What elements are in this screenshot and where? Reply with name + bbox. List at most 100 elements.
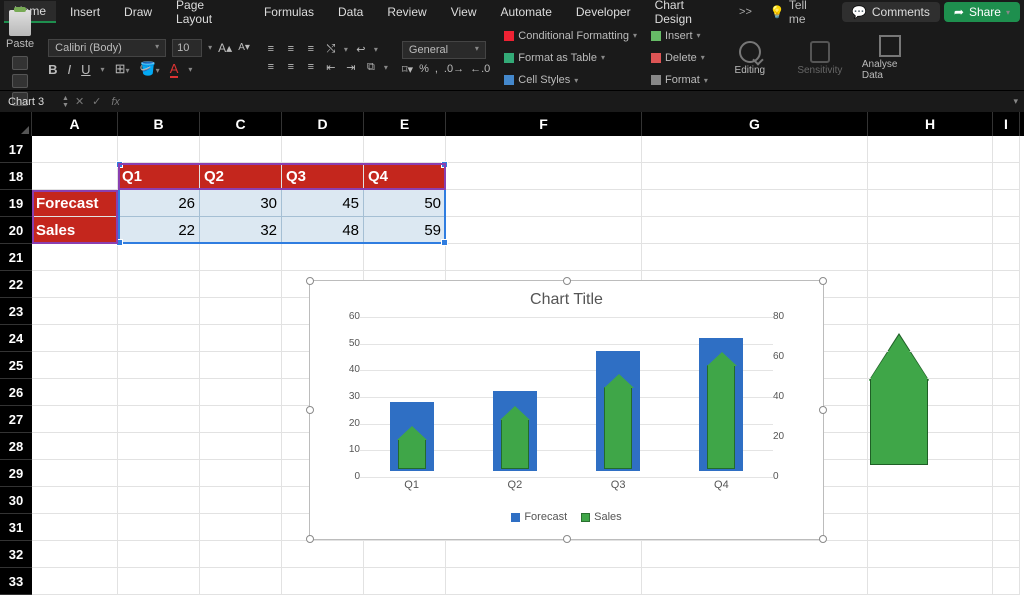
insert-cells-button[interactable]: Insert ▾ [651,26,708,45]
row-header[interactable]: 27 [0,406,32,433]
tab-data[interactable]: Data [328,2,373,22]
comments-button[interactable]: 💬 Comments [842,2,940,22]
currency-button[interactable]: ⌑▾ [402,63,413,76]
row-header[interactable]: 29 [0,460,32,487]
orientation-icon[interactable]: ⤭ [324,42,338,56]
analyse-data-button[interactable]: Analyse Data [862,26,918,90]
align-right-icon[interactable]: ≡ [304,60,318,74]
increase-decimal-icon[interactable]: .0→ [444,63,464,75]
format-as-table-button[interactable]: Format as Table ▾ [504,48,637,67]
row-header[interactable]: 21 [0,244,32,271]
percent-button[interactable]: % [419,63,429,75]
arrow-shape[interactable] [870,335,928,465]
conditional-formatting-button[interactable]: Conditional Formatting ▾ [504,26,637,45]
cell[interactable] [993,163,1020,190]
cell[interactable] [32,136,118,163]
cell[interactable]: 50 [364,190,446,217]
col-header[interactable]: G [642,112,868,136]
cell[interactable]: Q2 [200,163,282,190]
chevron-down-icon[interactable]: ▾ [101,65,105,74]
chevron-down-icon[interactable]: ▾ [208,43,212,52]
cell[interactable] [993,433,1020,460]
align-center-icon[interactable]: ≡ [284,60,298,74]
row-header[interactable]: 17 [0,136,32,163]
cell[interactable] [993,244,1020,271]
increase-font-icon[interactable]: A▴ [218,41,232,55]
cell[interactable] [32,568,118,595]
merge-cells-icon[interactable]: ⧉ [364,60,378,74]
cell[interactable] [118,271,200,298]
tab-chart-design[interactable]: Chart Design [645,0,731,29]
cell[interactable] [993,460,1020,487]
cell[interactable] [118,541,200,568]
cell[interactable] [868,298,993,325]
bold-button[interactable]: B [48,62,57,77]
name-box-stepper[interactable]: ▲▼ [60,95,71,109]
cell[interactable] [32,460,118,487]
cell[interactable] [118,406,200,433]
tab-view[interactable]: View [441,2,487,22]
cell[interactable] [868,487,993,514]
row-header[interactable]: 28 [0,433,32,460]
copy-button[interactable] [12,74,28,88]
col-header[interactable]: E [364,112,446,136]
cell[interactable] [200,325,282,352]
cell[interactable]: Q4 [364,163,446,190]
row-header[interactable]: 32 [0,541,32,568]
col-header[interactable]: A [32,112,118,136]
cell[interactable] [868,244,993,271]
row-header[interactable]: 18 [0,163,32,190]
embedded-chart[interactable]: Chart Title 0102030405060 020406080 Q1Q2… [309,280,824,540]
tell-me-search[interactable]: 💡 Tell me [760,0,834,26]
cell[interactable] [868,136,993,163]
cell[interactable] [993,190,1020,217]
cell[interactable] [118,298,200,325]
cell[interactable] [118,244,200,271]
cell[interactable] [282,541,364,568]
tab-review[interactable]: Review [377,2,436,22]
cell[interactable] [993,406,1020,433]
cell[interactable] [32,514,118,541]
editing-group-button[interactable]: Editing [722,26,778,90]
decrease-indent-icon[interactable]: ⇤ [324,60,338,74]
cell[interactable]: Q1 [118,163,200,190]
cell[interactable] [118,460,200,487]
chart-legend[interactable]: Forecast Sales [316,511,817,523]
cell[interactable] [200,352,282,379]
cell[interactable] [118,325,200,352]
cell[interactable] [364,541,446,568]
increase-indent-icon[interactable]: ⇥ [344,60,358,74]
cell[interactable] [868,271,993,298]
borders-button[interactable]: ⊞▾ [115,61,130,77]
tab-page-layout[interactable]: Page Layout [166,0,250,29]
cell[interactable] [32,487,118,514]
cell[interactable] [200,136,282,163]
cell[interactable] [200,568,282,595]
cell[interactable] [200,514,282,541]
cell[interactable] [642,244,868,271]
cell[interactable] [993,568,1020,595]
cell[interactable] [868,217,993,244]
cell[interactable] [446,163,642,190]
row-header[interactable]: 24 [0,325,32,352]
wrap-text-icon[interactable]: ↩ [354,42,368,56]
row-header[interactable]: 31 [0,514,32,541]
tab-automate[interactable]: Automate [491,2,562,22]
italic-button[interactable]: I [68,62,72,77]
cell[interactable] [446,136,642,163]
cell[interactable] [868,163,993,190]
cell[interactable] [282,568,364,595]
cell[interactable] [32,163,118,190]
select-all-button[interactable] [0,112,32,136]
cell[interactable]: 26 [118,190,200,217]
cell[interactable] [32,352,118,379]
tab-formulas[interactable]: Formulas [254,2,324,22]
cell[interactable] [200,379,282,406]
align-left-icon[interactable]: ≡ [264,60,278,74]
row-header[interactable]: 33 [0,568,32,595]
cell[interactable] [32,325,118,352]
cell[interactable] [282,136,364,163]
col-header[interactable]: D [282,112,364,136]
col-header[interactable]: H [868,112,993,136]
cell[interactable] [868,514,993,541]
